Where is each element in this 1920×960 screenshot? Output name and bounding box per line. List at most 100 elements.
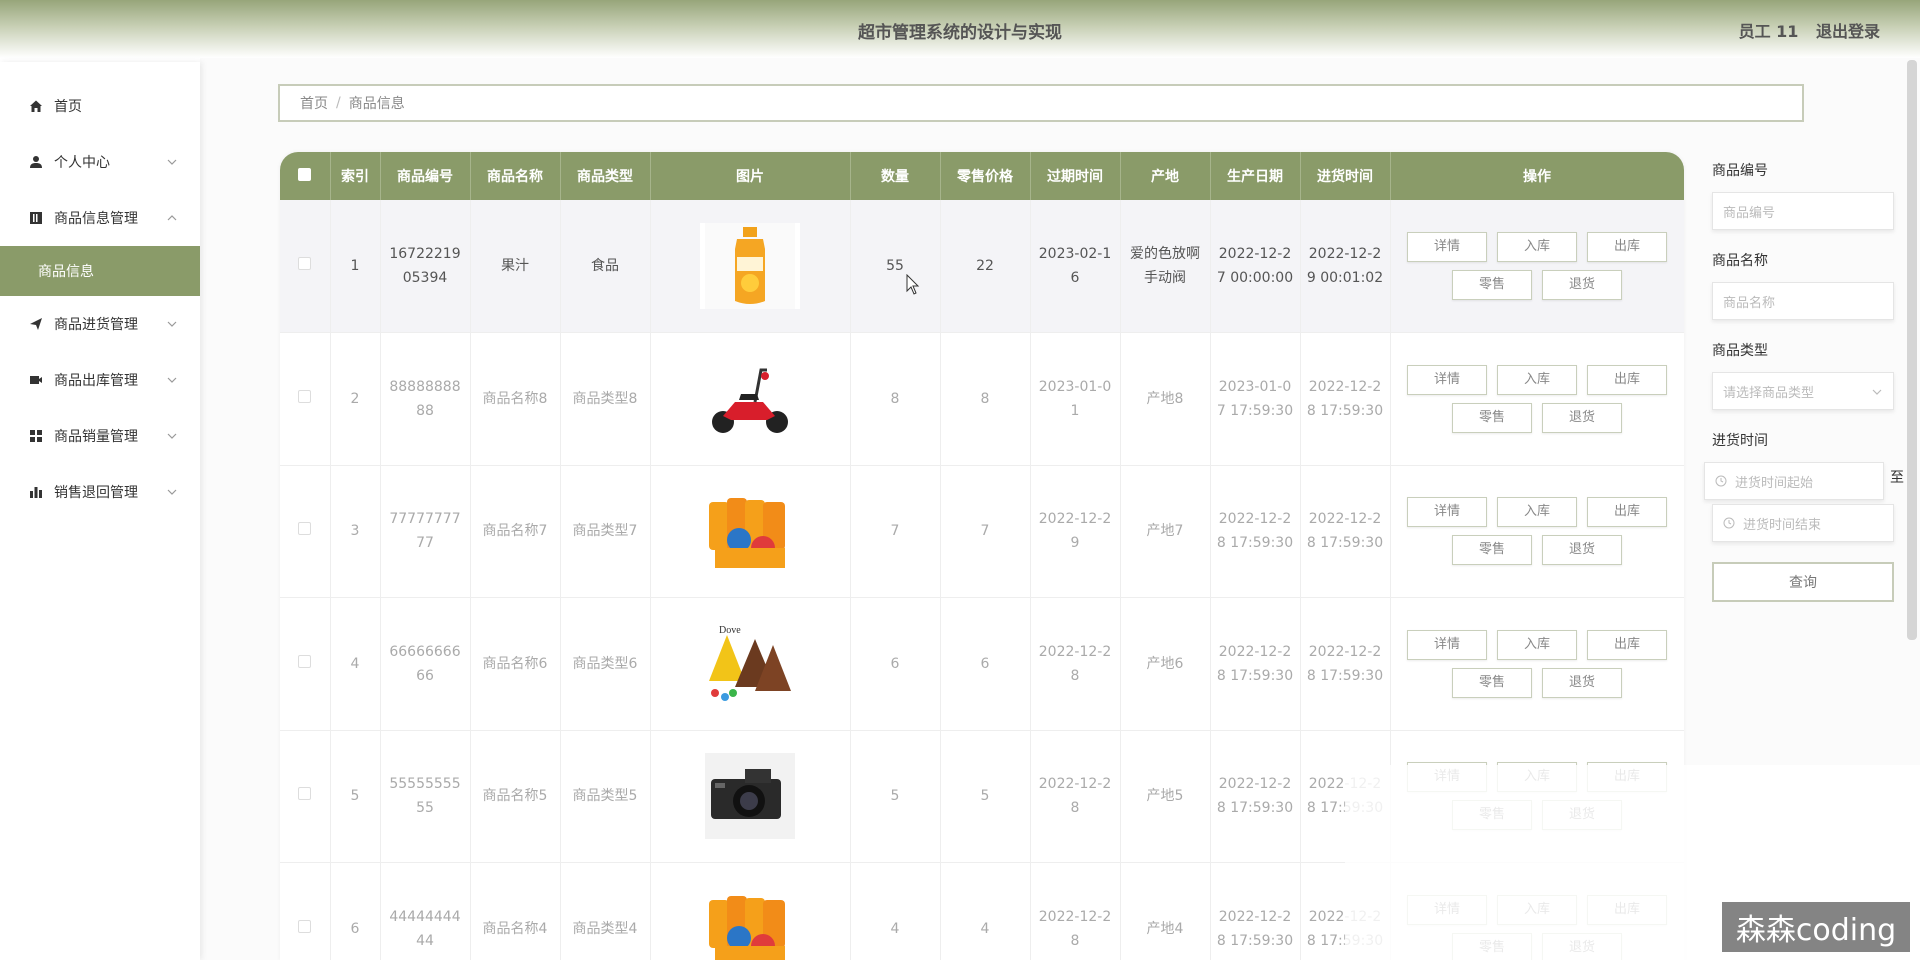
qty-cell: 7 [850, 465, 941, 598]
image-cell [650, 862, 851, 960]
column-header: 生产日期 [1210, 152, 1301, 200]
sidebar-item-label: 首页 [54, 99, 82, 115]
sidebar-item-goods-info[interactable]: 商品信息管理 [0, 190, 200, 246]
juice-pack-image [709, 895, 785, 960]
logout-link[interactable]: 退出登录 [1816, 22, 1880, 41]
stock-out-button[interactable]: 出库 [1587, 232, 1667, 262]
type-cell: 食品 [560, 200, 651, 333]
clock-icon [1723, 517, 1735, 529]
produce-date-text: 2022-12-28 17:59:30 [1216, 511, 1294, 552]
time-end-input[interactable]: 进货时间结束 [1712, 504, 1894, 542]
retail-button[interactable]: 零售 [1452, 667, 1532, 698]
origin-cell: 爱的色放啊手动阀 [1120, 200, 1211, 333]
select-cell [280, 200, 331, 333]
select-all-checkbox[interactable] [298, 167, 312, 181]
vertical-scrollbar[interactable] [1907, 60, 1917, 640]
chevron-down-icon [167, 377, 177, 383]
product-image: Dove [700, 620, 800, 707]
retail-button[interactable]: 零售 [1452, 270, 1532, 300]
type-cell: 商品类型7 [560, 465, 651, 598]
sidebar-item-home[interactable]: 首页 [0, 78, 200, 134]
return-button[interactable]: 退货 [1542, 535, 1622, 566]
row-actions: 详情入库出库零售退货 [1395, 232, 1680, 300]
retail-button[interactable]: 零售 [1452, 535, 1532, 566]
name-text: 商品名称6 [482, 655, 548, 672]
name-cell: 果汁 [470, 200, 561, 333]
product-image [700, 355, 800, 442]
sidebar-item-outbound[interactable]: 商品出库管理 [0, 352, 200, 408]
sidebar-item-label: 商品销量管理 [54, 429, 138, 445]
sidebar-item-sales[interactable]: 商品销量管理 [0, 408, 200, 464]
stock-in-button[interactable]: 入库 [1497, 497, 1577, 528]
time-start-placeholder: 进货时间起始 [1735, 475, 1814, 491]
select-cell [280, 465, 331, 598]
index-cell: 6 [330, 862, 381, 960]
detail-button[interactable]: 详情 [1407, 629, 1487, 660]
stock-in-button[interactable]: 入库 [1497, 232, 1577, 262]
column-header: 进货时间 [1300, 152, 1391, 200]
index-text: 3 [350, 523, 360, 540]
row-checkbox[interactable] [298, 389, 312, 403]
stock-out-button[interactable]: 出库 [1587, 629, 1667, 660]
row-checkbox[interactable] [298, 787, 312, 801]
sidebar-subitem-goods[interactable]: 商品信息 [0, 246, 200, 296]
query-button[interactable]: 查询 [1712, 562, 1894, 602]
qty-cell: 5 [850, 730, 941, 863]
produce-date-text: 2022-12-28 17:59:30 [1216, 776, 1294, 817]
row-checkbox[interactable] [298, 919, 312, 933]
stock-out-button[interactable]: 出库 [1587, 497, 1667, 528]
retail-button[interactable]: 零售 [1452, 402, 1532, 433]
code-input[interactable]: 商品编号 [1712, 192, 1894, 230]
sidebar-item-purchase[interactable]: 商品进货管理 [0, 296, 200, 352]
time-start-input[interactable]: 进货时间起始 [1704, 462, 1884, 500]
image-cell [650, 465, 851, 598]
column-header: 产地 [1120, 152, 1211, 200]
detail-button[interactable]: 详情 [1407, 232, 1487, 262]
stock-in-button[interactable]: 入库 [1497, 364, 1577, 395]
chevron-down-icon [167, 159, 177, 165]
name-label: 商品名称 [1712, 253, 1768, 269]
return-button[interactable]: 退货 [1542, 667, 1622, 698]
select-cell [280, 862, 331, 960]
stock-in-time-cell: 2022-12-29 00:01:02 [1300, 200, 1391, 333]
table-row: 1 1672221905394 果汁 食品 55 22 2023-02-16 爱的色放啊手动阀… [280, 200, 1684, 333]
code-label: 商品编号 [1712, 163, 1768, 179]
return-button[interactable]: 退货 [1542, 270, 1622, 300]
produce-date-cell: 2023-01-07 17:59:30 [1210, 332, 1301, 466]
return-button[interactable]: 退货 [1542, 402, 1622, 433]
sidebar-item-profile[interactable]: 个人中心 [0, 134, 200, 190]
sidebar-item-label: 商品信息管理 [54, 211, 138, 227]
qty-text: 7 [890, 523, 900, 540]
type-text: 商品类型5 [572, 788, 638, 805]
stock-in-button[interactable]: 入库 [1497, 629, 1577, 660]
chocolate-image: Dove [709, 625, 791, 701]
detail-button[interactable]: 详情 [1407, 497, 1487, 528]
video-icon [28, 372, 44, 388]
code-text: 6666666666 [389, 643, 461, 684]
row-checkbox[interactable] [298, 257, 312, 270]
origin-cell: 产地7 [1120, 465, 1211, 598]
breadcrumb-home[interactable]: 首页 [300, 93, 328, 113]
code-placeholder: 商品编号 [1723, 205, 1776, 221]
sidebar-item-returns[interactable]: 销售退回管理 [0, 464, 200, 520]
expire-cell: 2022-12-28 [1030, 597, 1121, 731]
price-text: 22 [976, 258, 994, 274]
name-input[interactable]: 商品名称 [1712, 282, 1894, 320]
clock-icon [1715, 475, 1727, 487]
detail-button[interactable]: 详情 [1407, 364, 1487, 395]
row-checkbox[interactable] [298, 522, 312, 536]
type-text: 商品类型7 [572, 523, 638, 540]
stock-out-button[interactable]: 出库 [1587, 364, 1667, 395]
product-image [700, 753, 800, 840]
produce-date-cell: 2022-12-28 17:59:30 [1210, 862, 1301, 960]
produce-date-text: 2022-12-28 17:59:30 [1216, 643, 1294, 684]
origin-text: 产地6 [1146, 655, 1184, 672]
stock-in-time-cell: 2022-12-28 17:59:30 [1300, 465, 1391, 598]
type-select[interactable]: 请选择商品类型 [1712, 372, 1894, 410]
stock-in-time-cell: 2022-12-28 17:59:30 [1300, 332, 1391, 466]
code-cell: 6666666666 [380, 597, 471, 731]
row-checkbox[interactable] [298, 654, 312, 668]
name-cell: 商品名称5 [470, 730, 561, 863]
code-text: 1672221905394 [389, 246, 461, 286]
qty-cell: 4 [850, 862, 941, 960]
